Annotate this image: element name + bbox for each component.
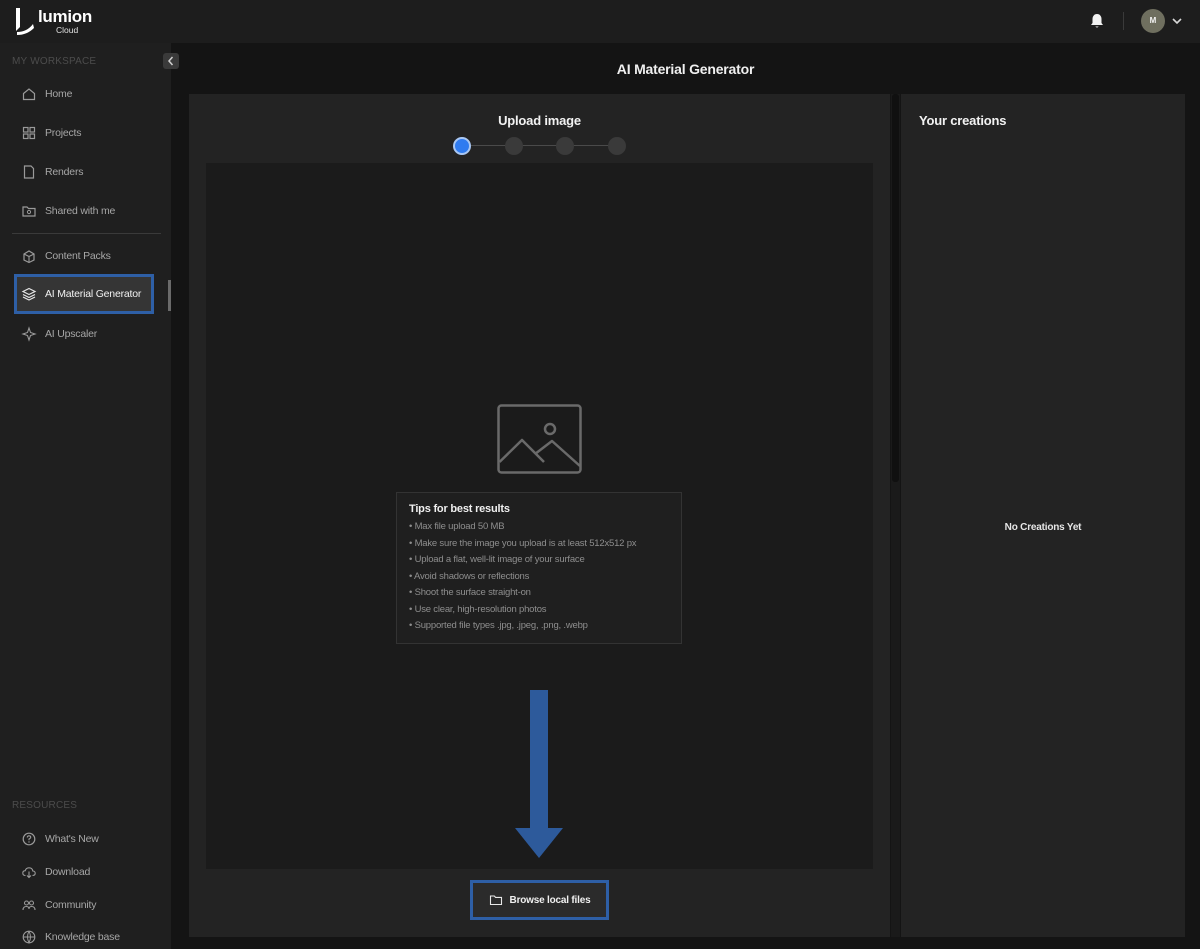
notification-bell-icon[interactable] — [1088, 12, 1106, 30]
avatar[interactable]: M — [1141, 9, 1165, 33]
section-label-resources: RESOURCES — [12, 800, 78, 811]
tips-title: Tips for best results — [409, 503, 510, 515]
question-icon — [22, 832, 36, 846]
sidebar-item-projects[interactable]: Projects — [14, 118, 154, 148]
sidebar-item-ai-material-generator[interactable]: AI Material Generator — [14, 274, 154, 314]
creations-title: Your creations — [919, 113, 1007, 128]
sparkle-icon — [21, 326, 37, 342]
sidebar-item-label: What's New — [45, 833, 99, 845]
creations-panel — [901, 94, 1185, 937]
lumion-cloud-logo[interactable]: lumion Cloud — [13, 6, 93, 38]
sidebar-item-renders[interactable]: Renders — [14, 157, 154, 187]
scrollbar-thumb[interactable] — [892, 94, 899, 482]
active-indicator — [168, 280, 171, 311]
sidebar-item-download[interactable]: Download — [14, 857, 154, 887]
brand-name: lumion — [38, 7, 92, 26]
step-4 — [608, 137, 626, 155]
browse-button-label: Browse local files — [509, 894, 591, 906]
step-1 — [453, 137, 471, 155]
document-icon — [23, 165, 35, 179]
stepper-line — [462, 145, 618, 146]
arrow-down-icon — [515, 690, 563, 858]
tip-item: • Avoid shadows or reflections — [409, 570, 530, 582]
progress-stepper — [452, 136, 628, 156]
section-label-workspace: MY WORKSPACE — [12, 56, 97, 67]
shared-folder-icon — [22, 206, 36, 217]
folder-icon — [489, 895, 502, 906]
sidebar-item-label: Home — [45, 88, 73, 100]
chevron-down-icon[interactable] — [1171, 15, 1183, 27]
globe-icon — [22, 930, 36, 944]
sidebar-item-label: Renders — [45, 166, 84, 178]
layers-icon — [21, 287, 37, 301]
empty-state-text: No Creations Yet — [1004, 522, 1082, 533]
image-placeholder-icon — [497, 404, 582, 474]
sidebar-item-whats-new[interactable]: What's New — [14, 824, 154, 854]
sidebar-item-label: AI Upscaler — [45, 328, 98, 340]
tip-item: • Max file upload 50 MB — [409, 521, 505, 532]
upload-title: Upload image — [498, 113, 581, 128]
community-icon — [22, 900, 36, 911]
grid-icon — [22, 126, 36, 140]
tip-item: • Supported file types .jpg, .jpeg, .png… — [409, 620, 588, 631]
sidebar-item-label: Projects — [45, 127, 82, 139]
tip-item: • Make sure the image you upload is at l… — [409, 537, 637, 549]
sidebar-item-label: Shared with me — [45, 205, 116, 217]
sidebar-item-content-packs[interactable]: Content Packs — [14, 241, 154, 271]
step-3 — [556, 137, 574, 155]
download-cloud-icon — [22, 867, 36, 879]
sidebar-item-shared-with-me[interactable]: Shared with me — [14, 196, 154, 226]
tip-item: • Shoot the surface straight-on — [409, 587, 531, 598]
home-icon — [22, 88, 36, 101]
sidebar-divider — [12, 233, 161, 234]
lumion-logo-icon — [16, 8, 34, 35]
sidebar-item-label: Knowledge base — [45, 931, 120, 943]
sidebar-item-ai-upscaler[interactable]: AI Upscaler — [14, 319, 154, 349]
topbar-divider — [1123, 12, 1124, 30]
sidebar-item-label: Content Packs — [45, 250, 111, 262]
sidebar-item-label: AI Material Generator — [45, 288, 142, 300]
page-title: AI Material Generator — [616, 61, 755, 77]
top-bar: lumion Cloud M — [0, 0, 1200, 43]
step-2 — [505, 137, 523, 155]
packs-icon — [23, 250, 35, 264]
tips-box: Tips for best results • Max file upload … — [396, 492, 682, 644]
browse-local-files-button[interactable]: Browse local files — [470, 880, 609, 920]
sidebar-item-home[interactable]: Home — [14, 79, 154, 109]
brand-sub: Cloud — [56, 25, 79, 35]
tip-item: • Use clear, high-resolution photos — [409, 603, 547, 615]
sidebar-item-label: Community — [45, 899, 97, 911]
sidebar-item-knowledge-base[interactable]: Knowledge base — [14, 922, 154, 949]
sidebar-item-label: Download — [45, 866, 91, 878]
sidebar-item-community[interactable]: Community — [14, 890, 154, 920]
tip-item: • Upload a flat, well-lit image of your … — [409, 554, 585, 565]
